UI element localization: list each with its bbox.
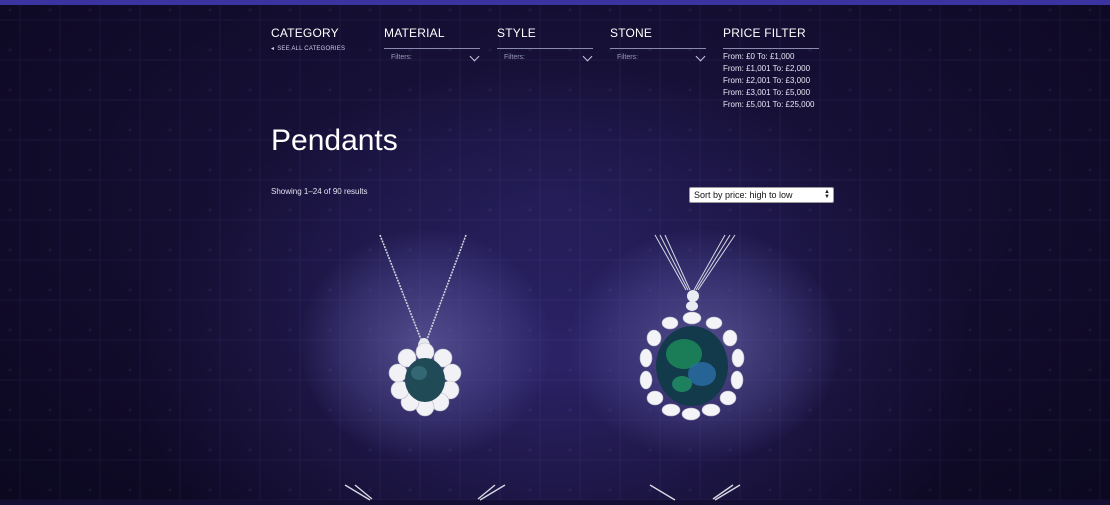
style-select[interactable]: Filters: — [504, 51, 593, 61]
material-select[interactable]: Filters: — [391, 51, 480, 61]
chevron-left-icon: ◂ — [271, 46, 275, 52]
stone-filter: STONE Filters: — [610, 26, 706, 61]
product-image-next-row[interactable] — [645, 484, 745, 505]
price-filter: PRICE FILTER From: £0 To: £1,000 From: £… — [723, 26, 819, 109]
style-heading: STYLE — [497, 26, 537, 40]
style-placeholder: Filters: — [504, 54, 525, 61]
category-filter: CATEGORY ◂ SEE ALL CATEGORIES — [271, 26, 367, 52]
material-heading: MATERIAL — [384, 26, 445, 40]
see-all-categories-link[interactable]: ◂ SEE ALL CATEGORIES — [271, 45, 367, 53]
price-heading: PRICE FILTER — [723, 26, 806, 40]
product-image-next-row[interactable] — [340, 484, 510, 505]
background-pattern — [0, 0, 1110, 500]
price-range-list: From: £0 To: £1,000 From: £1,001 To: £2,… — [723, 51, 814, 111]
style-filter: STYLE Filters: — [497, 26, 593, 61]
price-range-link[interactable]: From: £2,001 To: £3,000 — [723, 75, 814, 87]
top-accent-bar — [0, 0, 1110, 5]
divider — [723, 48, 819, 49]
stone-heading: STONE — [610, 26, 653, 40]
material-filter: MATERIAL Filters: — [384, 26, 480, 61]
material-placeholder: Filters: — [391, 54, 412, 61]
sort-select[interactable]: Sort by price: high to low ▲ ▼ — [689, 187, 834, 203]
stone-placeholder: Filters: — [617, 54, 638, 61]
price-range-link[interactable]: From: £3,001 To: £5,000 — [723, 87, 814, 99]
divider — [610, 48, 706, 49]
stone-select[interactable]: Filters: — [617, 51, 706, 61]
divider — [497, 48, 593, 49]
price-range-link[interactable]: From: £1,001 To: £2,000 — [723, 63, 814, 75]
price-range-link[interactable]: From: £0 To: £1,000 — [723, 51, 814, 63]
category-heading: CATEGORY — [271, 26, 339, 40]
divider — [384, 48, 480, 49]
see-all-label: SEE ALL CATEGORIES — [277, 45, 346, 52]
price-range-link[interactable]: From: £5,001 To: £25,000 — [723, 99, 814, 111]
results-count: Showing 1–24 of 90 results — [271, 187, 368, 196]
product-image-opal-pendant[interactable] — [600, 230, 800, 430]
product-image-sapphire-pendant[interactable] — [330, 230, 530, 430]
sort-selected-label: Sort by price: high to low — [694, 190, 793, 200]
page-title: Pendants — [271, 124, 398, 157]
select-arrows-icon: ▲ ▼ — [824, 189, 830, 200]
